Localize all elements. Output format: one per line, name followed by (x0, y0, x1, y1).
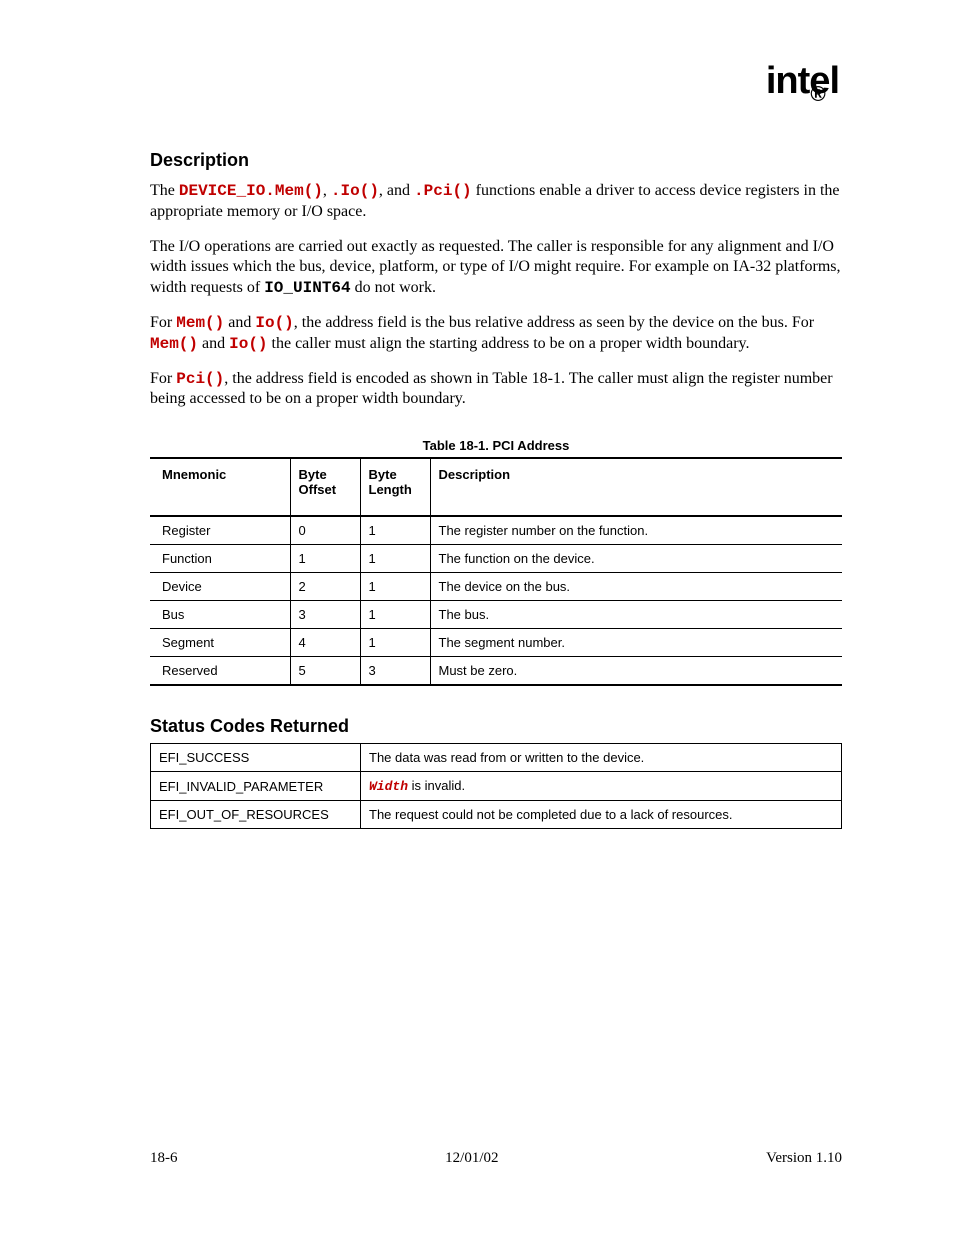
cell: The bus. (430, 601, 842, 629)
col-header: Description (430, 458, 842, 516)
col-header: Mnemonic (150, 458, 290, 516)
pci-address-table: Mnemonic Byte Offset Byte Length Descrip… (150, 457, 842, 686)
text: , the address field is encoded as shown … (150, 370, 833, 408)
table-caption: Table 18-1. PCI Address (150, 438, 842, 453)
text: the caller must align the starting addre… (268, 335, 750, 352)
paragraph-3: For Mem() and Io(), the address field is… (150, 313, 842, 355)
paragraph-2: The I/O operations are carried out exact… (150, 237, 842, 299)
status-codes-table: EFI_SUCCESS The data was read from or wr… (150, 743, 842, 829)
cell: Function (150, 545, 290, 573)
cell: The register number on the function. (430, 516, 842, 545)
cell: The request could not be completed due t… (361, 801, 842, 829)
text: , the address field is the bus relative … (294, 314, 814, 331)
text: The (150, 182, 179, 199)
cell: Device (150, 573, 290, 601)
text: do not work. (351, 279, 436, 296)
cell: 1 (360, 573, 430, 601)
intel-logo: inte®l (766, 60, 839, 103)
code: Io() (229, 335, 267, 353)
cell: The device on the bus. (430, 573, 842, 601)
cell: 1 (290, 545, 360, 573)
code: Mem() (176, 314, 224, 332)
footer-right: Version 1.10 (766, 1150, 842, 1167)
text: For (150, 314, 176, 331)
cell: Must be zero. (430, 657, 842, 686)
code: .Pci() (414, 182, 472, 200)
cell: The segment number. (430, 629, 842, 657)
code: IO_UINT64 (264, 279, 350, 297)
cell: Segment (150, 629, 290, 657)
code: Pci() (176, 370, 224, 388)
code: Io() (255, 314, 293, 332)
text: For (150, 370, 176, 387)
table-row: EFI_OUT_OF_RESOURCES The request could n… (151, 801, 842, 829)
cell: 5 (290, 657, 360, 686)
cell: Register (150, 516, 290, 545)
cell: The data was read from or written to the… (361, 744, 842, 772)
status-heading: Status Codes Returned (150, 716, 842, 737)
table-row: Segment41The segment number. (150, 629, 842, 657)
cell: 1 (360, 601, 430, 629)
cell: 1 (360, 545, 430, 573)
paragraph-4: For Pci(), the address field is encoded … (150, 369, 842, 411)
cell: 3 (290, 601, 360, 629)
table-row: Bus31The bus. (150, 601, 842, 629)
paragraph-1: The DEVICE_IO.Mem(), .Io(), and .Pci() f… (150, 181, 842, 223)
footer-center: 12/01/02 (445, 1150, 498, 1167)
page-content: Description The DEVICE_IO.Mem(), .Io(), … (150, 150, 842, 829)
table-row: EFI_SUCCESS The data was read from or wr… (151, 744, 842, 772)
text: and (224, 314, 255, 331)
text: and (198, 335, 229, 352)
text: , (323, 182, 331, 199)
page-footer: 18-6 12/01/02 Version 1.10 (150, 1150, 842, 1167)
cell: 4 (290, 629, 360, 657)
code: Width (369, 779, 408, 794)
description-heading: Description (150, 150, 842, 171)
code: Mem() (150, 335, 198, 353)
text: , and (379, 182, 414, 199)
footer-left: 18-6 (150, 1150, 178, 1167)
cell: Width is invalid. (361, 772, 842, 801)
cell: 1 (360, 516, 430, 545)
cell: EFI_INVALID_PARAMETER (151, 772, 361, 801)
text: The I/O operations are carried out exact… (150, 238, 841, 297)
cell: EFI_OUT_OF_RESOURCES (151, 801, 361, 829)
table-row: EFI_INVALID_PARAMETER Width is invalid. (151, 772, 842, 801)
cell: EFI_SUCCESS (151, 744, 361, 772)
cell: Bus (150, 601, 290, 629)
col-header: Byte Offset (290, 458, 360, 516)
table-row: Device21The device on the bus. (150, 573, 842, 601)
cell: 0 (290, 516, 360, 545)
code: .Io() (331, 182, 379, 200)
code: DEVICE_IO.Mem() (179, 182, 323, 200)
text: is invalid. (408, 778, 465, 793)
cell: 1 (360, 629, 430, 657)
table-row: Register01The register number on the fun… (150, 516, 842, 545)
cell: 2 (290, 573, 360, 601)
table-row: Function11The function on the device. (150, 545, 842, 573)
table-row: Reserved53Must be zero. (150, 657, 842, 686)
cell: The function on the device. (430, 545, 842, 573)
cell: 3 (360, 657, 430, 686)
col-header: Byte Length (360, 458, 430, 516)
cell: Reserved (150, 657, 290, 686)
